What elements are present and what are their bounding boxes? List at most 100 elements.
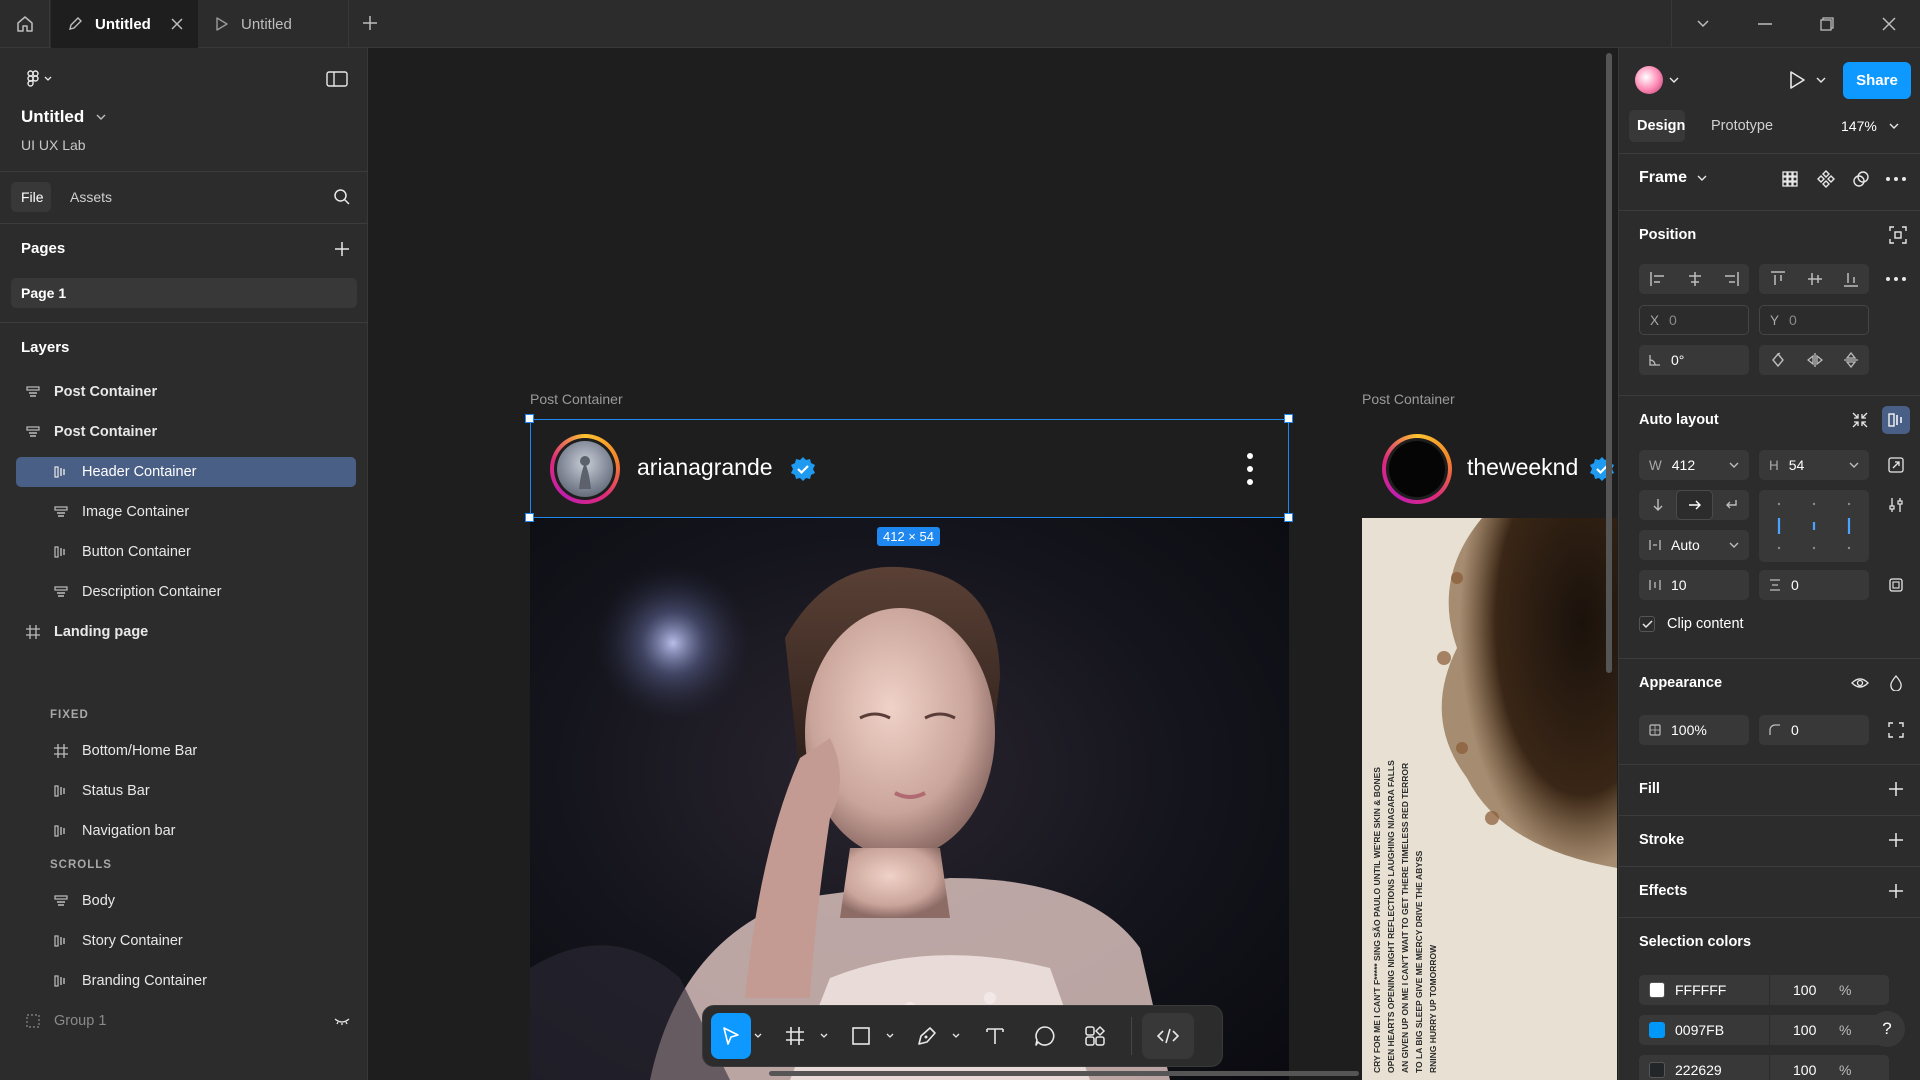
chevron-down-icon[interactable]: [1729, 541, 1739, 549]
align-right-button[interactable]: [1713, 264, 1749, 294]
shape-tool-button[interactable]: [839, 1013, 883, 1059]
color-swatch[interactable]: [1649, 1062, 1665, 1078]
horizontal-padding-field[interactable]: 10: [1639, 570, 1749, 600]
layer-image-container[interactable]: Image Container: [16, 497, 356, 527]
resize-handle-bottom-right[interactable]: [1284, 513, 1293, 522]
canvas[interactable]: Post Container arianagrande 412 × 54 Pos…: [369, 49, 1617, 1080]
resizing-button[interactable]: [1883, 452, 1909, 478]
width-field[interactable]: W 412: [1639, 450, 1749, 480]
add-stroke-button[interactable]: [1883, 827, 1909, 853]
close-window-button[interactable]: [1858, 0, 1920, 48]
direction-vertical-button[interactable]: [1639, 490, 1676, 520]
rotation-field[interactable]: 0°: [1639, 345, 1749, 375]
vertical-padding-field[interactable]: 0: [1759, 570, 1869, 600]
toggle-sidebar-button[interactable]: [322, 66, 352, 92]
layer-story-container[interactable]: Story Container: [16, 926, 356, 956]
vertical-scrollbar[interactable]: [1606, 53, 1612, 673]
x-position-field[interactable]: X 0: [1639, 305, 1749, 335]
suggest-auto-layout-button[interactable]: [1847, 407, 1873, 433]
move-tool-button[interactable]: [711, 1013, 751, 1059]
hidden-layer-toggle[interactable]: [332, 1011, 352, 1031]
share-button[interactable]: Share: [1843, 62, 1911, 99]
dev-mode-toggle[interactable]: [1142, 1013, 1194, 1059]
constraints-button[interactable]: [1885, 222, 1911, 248]
layer-group-1[interactable]: Group 1: [16, 1006, 356, 1036]
tab-untitled-design[interactable]: Untitled: [51, 0, 198, 48]
tab-prototype[interactable]: Prototype: [1711, 118, 1773, 134]
add-fill-button[interactable]: [1883, 776, 1909, 802]
selection-color-row[interactable]: FFFFFF 100 %: [1639, 975, 1889, 1005]
user-menu-button[interactable]: [1633, 62, 1681, 98]
align-top-button[interactable]: [1759, 264, 1796, 294]
layout-settings-button[interactable]: [1883, 492, 1909, 518]
present-button[interactable]: [1783, 66, 1811, 94]
search-button[interactable]: [330, 185, 354, 209]
help-button[interactable]: ?: [1869, 1011, 1905, 1047]
assets-tab[interactable]: Assets: [70, 189, 112, 205]
tabs-dropdown-button[interactable]: [1672, 0, 1734, 48]
layer-bottom-home-bar[interactable]: Bottom/Home Bar: [16, 736, 356, 766]
frame-tool-menu[interactable]: [817, 1033, 831, 1039]
gap-field[interactable]: Auto: [1639, 530, 1749, 560]
direction-wrap-button[interactable]: [1713, 490, 1749, 520]
align-left-button[interactable]: [1639, 264, 1676, 294]
add-page-button[interactable]: [330, 237, 354, 261]
individual-padding-button[interactable]: [1883, 572, 1909, 598]
close-icon[interactable]: [170, 17, 184, 31]
align-center-h-button[interactable]: [1676, 264, 1713, 294]
resize-handle-bottom-left[interactable]: [525, 513, 534, 522]
shape-tool-menu[interactable]: [883, 1033, 897, 1039]
layer-post-container[interactable]: Post Container: [16, 417, 356, 447]
move-tool-menu[interactable]: [751, 1033, 765, 1039]
home-button[interactable]: [0, 0, 50, 48]
tab-untitled-prototype[interactable]: Untitled: [199, 0, 349, 48]
layer-landing-page[interactable]: Landing page: [16, 617, 356, 647]
independent-corners-button[interactable]: [1883, 717, 1909, 743]
page-item-page-1[interactable]: Page 1: [11, 278, 357, 308]
resize-handle-top-right[interactable]: [1284, 414, 1293, 423]
grid-view-button[interactable]: [1777, 166, 1803, 192]
minimize-button[interactable]: [1734, 0, 1796, 48]
auto-layout-toggle[interactable]: [1882, 406, 1910, 434]
color-swatch[interactable]: [1649, 982, 1665, 998]
color-swatch[interactable]: [1649, 1022, 1665, 1038]
direction-horizontal-button[interactable]: [1676, 490, 1713, 520]
file-tab[interactable]: File: [11, 182, 51, 212]
post-image-theweeknd[interactable]: CRY FOR ME I CAN'T F***** SING SÃO PAULO…: [1362, 518, 1617, 1080]
horizontal-scrollbar[interactable]: [769, 1071, 1359, 1076]
visibility-toggle[interactable]: [1847, 670, 1873, 696]
selection-color-row[interactable]: 0097FB 100 %: [1639, 1015, 1889, 1045]
layer-status-bar[interactable]: Status Bar: [16, 776, 356, 806]
layer-header-container[interactable]: Header Container: [16, 457, 356, 487]
y-position-field[interactable]: Y 0: [1759, 305, 1869, 335]
post-image-arianagrande[interactable]: [530, 518, 1289, 1080]
zoom-dropdown[interactable]: 147%: [1841, 118, 1899, 134]
main-menu-button[interactable]: [20, 66, 60, 92]
layer-navigation-bar[interactable]: Navigation bar: [16, 816, 356, 846]
comment-tool-button[interactable]: [1023, 1013, 1067, 1059]
more-options-button[interactable]: [1883, 166, 1909, 192]
layer-branding-container[interactable]: Branding Container: [16, 966, 356, 996]
height-field[interactable]: H 54: [1759, 450, 1869, 480]
align-bottom-button[interactable]: [1833, 264, 1869, 294]
flip-horizontal-button[interactable]: [1796, 345, 1833, 375]
frame-tool-button[interactable]: [773, 1013, 817, 1059]
mask-button[interactable]: [1848, 166, 1874, 192]
rotate-90-button[interactable]: [1759, 345, 1796, 375]
restore-button[interactable]: [1796, 0, 1858, 48]
layer-body[interactable]: Body: [16, 886, 356, 916]
add-effect-button[interactable]: [1883, 878, 1909, 904]
post-header-theweeknd[interactable]: theweeknd: [1362, 419, 1617, 518]
flip-vertical-button[interactable]: [1833, 345, 1869, 375]
frame-label[interactable]: Post Container: [1362, 391, 1455, 407]
actions-tool-button[interactable]: [1073, 1013, 1117, 1059]
pen-tool-button[interactable]: [905, 1013, 949, 1059]
file-name-dropdown[interactable]: Untitled: [21, 107, 106, 127]
component-button[interactable]: [1813, 166, 1839, 192]
corner-radius-field[interactable]: 0: [1759, 715, 1869, 745]
frame-label[interactable]: Post Container: [530, 391, 623, 407]
more-align-button[interactable]: [1883, 266, 1909, 292]
selection-color-row[interactable]: 222629 100 %: [1639, 1055, 1889, 1080]
clip-content-checkbox[interactable]: Clip content: [1639, 616, 1744, 632]
align-middle-button[interactable]: [1796, 264, 1833, 294]
